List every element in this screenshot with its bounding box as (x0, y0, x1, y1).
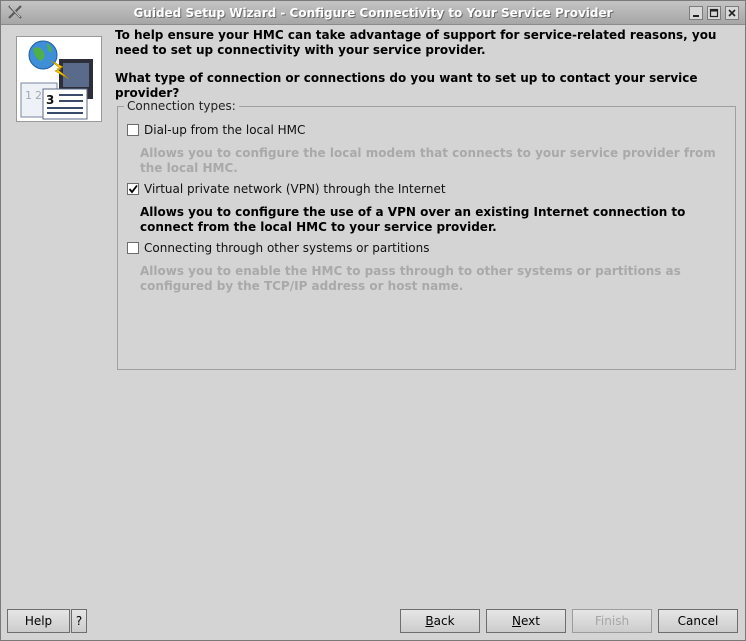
checkmark-icon (128, 184, 138, 194)
next-button[interactable]: Next (486, 609, 566, 633)
svg-text:1: 1 (25, 89, 32, 102)
globe-computer-clipboard-icon: 1 2 3 (20, 40, 93, 120)
close-button[interactable] (725, 6, 739, 20)
passthrough-option[interactable]: Connecting through other systems or part… (127, 240, 429, 256)
maximize-button[interactable] (707, 6, 721, 20)
vpn-description: Allows you to configure the use of a VPN… (140, 205, 686, 234)
vpn-label: Virtual private network (VPN) through th… (144, 182, 446, 196)
back-label-post: ack (433, 614, 455, 628)
question-text: What type of connection or connections d… (115, 71, 698, 100)
back-button[interactable]: Back (400, 609, 480, 633)
passthrough-description: Allows you to enable the HMC to pass thr… (140, 264, 681, 293)
next-label-post: ext (521, 614, 540, 628)
dialup-option[interactable]: Dial-up from the local HMC (127, 122, 305, 138)
close-icon (728, 9, 736, 17)
help-button[interactable]: Help (7, 609, 70, 633)
dialup-checkbox[interactable] (127, 124, 139, 136)
dialup-description: Allows you to configure the local modem … (140, 146, 716, 175)
cancel-button[interactable]: Cancel (658, 609, 738, 633)
window-title: Guided Setup Wizard - Configure Connecti… (133, 6, 613, 20)
maximize-icon (709, 8, 719, 18)
dialup-label: Dial-up from the local HMC (144, 123, 306, 137)
vpn-option[interactable]: Virtual private network (VPN) through th… (127, 181, 446, 197)
intro-text: To help ensure your HMC can take advanta… (115, 28, 717, 57)
step-number: 3 (46, 93, 54, 107)
minimize-icon (693, 15, 699, 17)
passthrough-checkbox[interactable] (127, 242, 139, 254)
next-mnemonic: N (512, 614, 521, 628)
connection-types-legend: Connection types: (124, 99, 239, 113)
wizard-window: Guided Setup Wizard - Configure Connecti… (0, 0, 746, 641)
vpn-checkbox[interactable] (127, 183, 139, 195)
passthrough-label: Connecting through other systems or part… (144, 241, 430, 255)
svg-text:2: 2 (35, 89, 42, 102)
finish-button[interactable]: Finish (572, 609, 652, 633)
context-help-button[interactable]: ? (71, 609, 87, 633)
minimize-button[interactable] (689, 6, 703, 20)
title-bar[interactable]: Guided Setup Wizard - Configure Connecti… (1, 1, 745, 25)
wizard-step-illustration: 1 2 3 (16, 36, 102, 122)
back-mnemonic: B (425, 614, 434, 628)
